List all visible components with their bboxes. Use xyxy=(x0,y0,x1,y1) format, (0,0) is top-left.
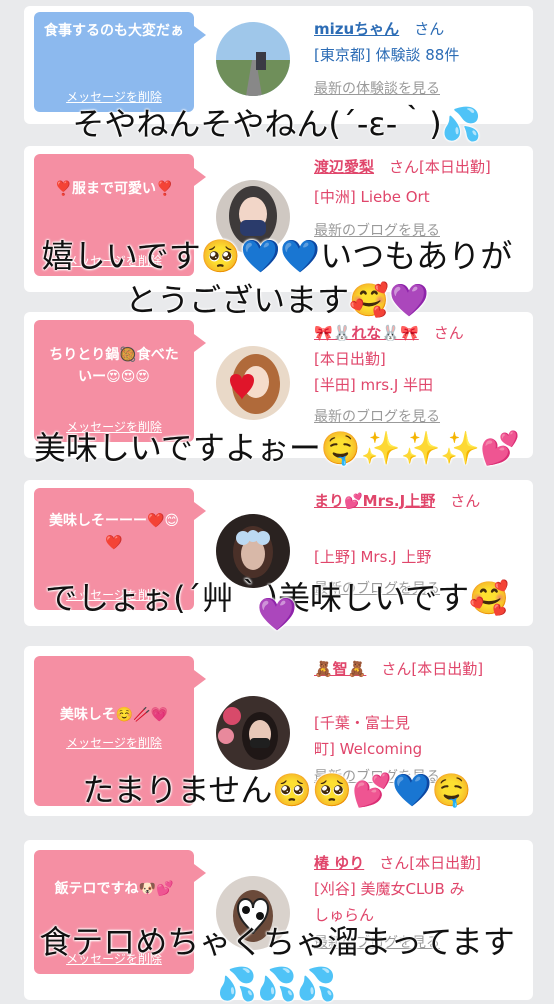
profile-meta: [千葉・富士見 xyxy=(314,714,410,732)
profile-name-link[interactable]: 🎀🐰れな🐰🎀 xyxy=(314,324,419,342)
message-text: 美味しそーーー❤️😊❤️ xyxy=(48,513,180,551)
caption-text: そやねんそやねん(´-ε-｀)💦 xyxy=(72,105,482,143)
honorific: さん xyxy=(414,20,445,38)
message-text: 美味しそ☺️🥢💗 xyxy=(59,707,169,723)
avatar[interactable] xyxy=(216,22,290,96)
caption-text: 美味しいですよぉー🤤✨✨✨💕 xyxy=(33,429,521,467)
caption-text: 💜 xyxy=(257,595,297,633)
message-text: 飯テロですね🐶💕 xyxy=(54,881,174,897)
honorific: さん[本日出勤] xyxy=(381,660,484,678)
profile-name-link[interactable]: 渡辺愛梨 xyxy=(314,158,374,176)
delete-message-link[interactable]: メッセージを削除 xyxy=(34,732,194,754)
caption-text: 食テロめちゃくちゃ溜まってます xyxy=(39,923,515,961)
caption-text: 💦💦💦 xyxy=(217,965,337,1003)
profile-meta: [本日出勤] xyxy=(314,350,386,368)
message-text: ちりとり鍋🥘食べたいー😍😍😍 xyxy=(49,347,179,385)
profile-name-link[interactable]: 椿 ゆり xyxy=(314,854,364,872)
caption-text: 嬉しいです🥺💙💙いつもありが xyxy=(41,237,513,275)
latest-link[interactable]: 最新の体験談を見る xyxy=(314,76,524,102)
message-bubble: 食事するのも大変だぁ メッセージを削除 xyxy=(34,12,206,112)
honorific: さん xyxy=(433,324,464,342)
honorific: さん[本日出勤] xyxy=(389,158,491,176)
avatar[interactable] xyxy=(216,696,290,770)
avatar[interactable] xyxy=(216,514,290,588)
profile-name-link[interactable]: まり💕Mrs.J上野 xyxy=(314,492,435,510)
profile-meta: [中洲] Liebe Ort xyxy=(314,188,430,206)
caption-text: とうございます🥰💜 xyxy=(125,281,429,319)
profile-name-link[interactable]: 🧸智🧸 xyxy=(314,660,366,678)
message-bubble: ちりとり鍋🥘食べたいー😍😍😍 メッセージを削除 xyxy=(34,320,206,442)
honorific: さん xyxy=(450,492,481,510)
profile-info: 🎀🐰れな🐰🎀 さん [本日出勤] [半田] mrs.J 半田 最新のブログを見る xyxy=(314,320,524,430)
honorific: さん[本日出勤] xyxy=(379,854,481,872)
caption-text: たまりません🥺🥺💕💙🤤 xyxy=(82,771,472,809)
message-text: ❣️服まで可愛い❣️ xyxy=(54,181,174,197)
profile-meta: [半田] mrs.J 半田 xyxy=(314,376,434,394)
profile-name-link[interactable]: mizuちゃん xyxy=(314,20,399,38)
profile-info: mizuちゃん さん [東京都] 体験談 88件 最新の体験談を見る xyxy=(314,16,524,102)
profile-info: 渡辺愛梨 さん[本日出勤] [中洲] Liebe Ort 最新のブログを見る xyxy=(314,154,524,244)
profile-meta: [刈谷] 美魔女CLUB み xyxy=(314,880,465,898)
profile-meta: [上野] Mrs.J 上野 xyxy=(314,548,432,566)
latest-link[interactable]: 最新のブログを見る xyxy=(314,404,524,430)
profile-meta: [東京都] 体験談 88件 xyxy=(314,46,460,64)
profile-meta: 町] Welcoming xyxy=(314,740,423,758)
avatar[interactable] xyxy=(216,346,290,420)
message-text: 食事するのも大変だぁ xyxy=(44,23,184,39)
